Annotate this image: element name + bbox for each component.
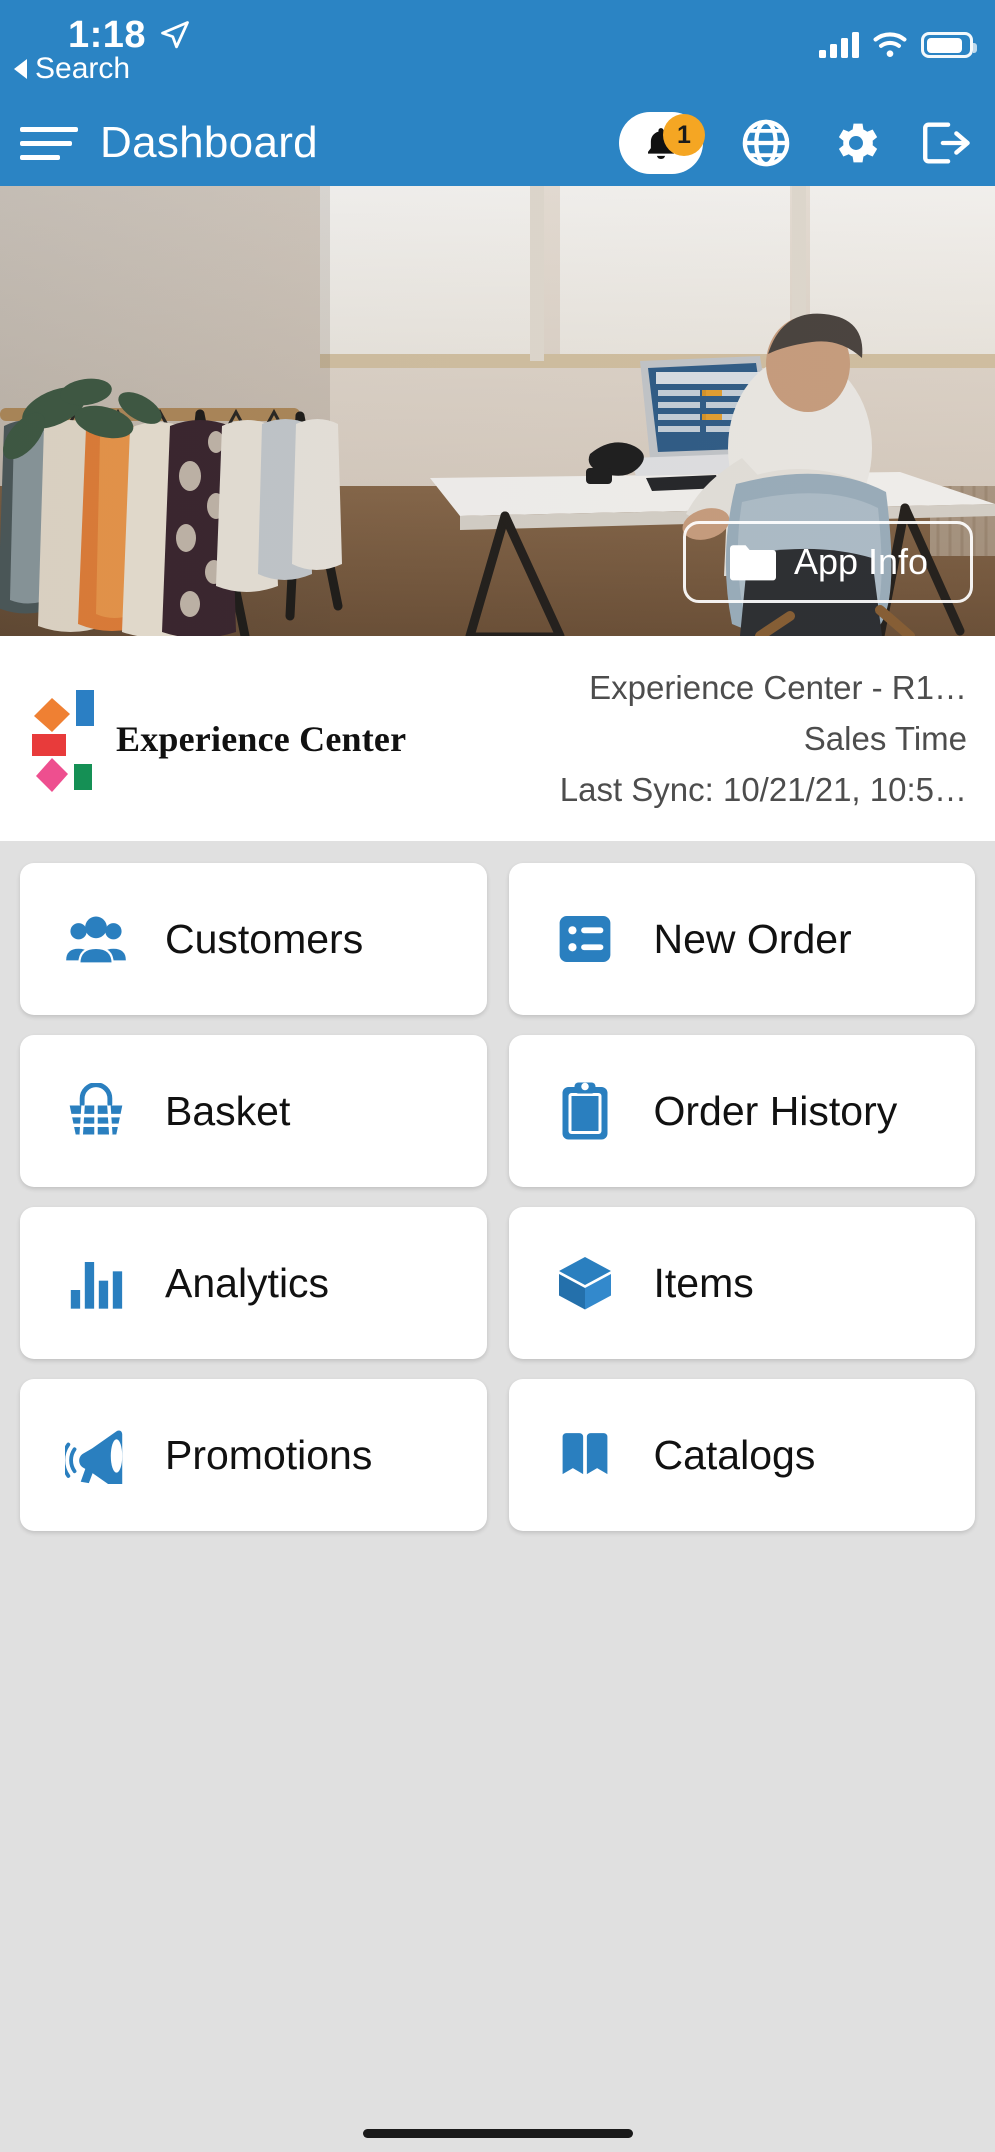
company-info-card: Experience Center Experience Center - R1… — [0, 636, 995, 841]
folder-icon — [729, 545, 776, 581]
status-bar-time: 1:18 — [68, 14, 147, 56]
gear-icon — [838, 123, 878, 163]
tile-catalogs[interactable]: Catalogs — [508, 1379, 975, 1531]
company-last-sync: Last Sync: 10/21/21, 10:5… — [559, 771, 967, 808]
tile-order-history[interactable]: Order History — [508, 1035, 975, 1187]
list-icon — [554, 908, 616, 970]
app-info-button[interactable]: App Info — [683, 521, 973, 603]
company-logo-text: Experience Center — [116, 718, 407, 759]
basket-icon — [65, 1080, 127, 1142]
notifications-pill: 1 — [619, 112, 705, 174]
book-icon — [554, 1424, 616, 1486]
tile-label: Order History — [653, 1087, 898, 1134]
back-to-search-link[interactable]: Search — [14, 52, 130, 86]
tile-label: Promotions — [165, 1431, 373, 1478]
company-mode: Sales Time — [803, 720, 967, 757]
experience-center-logo-mark — [32, 689, 94, 792]
back-link-label: Search — [35, 52, 131, 85]
notifications-button[interactable]: 1 — [619, 112, 705, 174]
tile-label: Customers — [165, 915, 364, 962]
company-title: Experience Center - R1… — [589, 669, 967, 706]
settings-button[interactable] — [829, 116, 883, 170]
tile-label: Basket — [165, 1087, 291, 1134]
hamburger-menu-icon[interactable] — [20, 121, 78, 165]
bar-chart-icon — [65, 1252, 127, 1314]
tile-customers[interactable]: Customers — [20, 863, 487, 1015]
hero-banner: App Info — [0, 186, 995, 636]
tile-new-order[interactable]: New Order — [508, 863, 975, 1015]
company-meta: Experience Center - R1… Sales Time Last … — [560, 671, 967, 806]
cellular-signal-icon — [819, 32, 859, 58]
page-title: Dashboard — [100, 118, 318, 167]
location-arrow-icon — [161, 21, 189, 49]
app-info-label: App Info — [793, 541, 929, 582]
language-globe-button[interactable] — [739, 116, 793, 170]
people-group-icon — [65, 908, 127, 970]
cube-icon — [554, 1252, 616, 1314]
tile-label: New Order — [653, 915, 852, 962]
globe-icon — [742, 119, 790, 167]
tile-label: Items — [653, 1259, 754, 1306]
dashboard-grid-container: Customers New Order Basket Order History… — [0, 841, 995, 2114]
dashboard-grid: Customers New Order Basket Order History… — [20, 863, 975, 1531]
nav-actions: 1 — [619, 112, 973, 174]
home-indicator — [0, 2114, 995, 2152]
status-bar: 1:18 Search — [0, 0, 995, 100]
back-triangle-icon — [14, 59, 27, 79]
tile-promotions[interactable]: Promotions — [20, 1379, 487, 1531]
status-bar-indicators — [819, 32, 977, 58]
wifi-icon — [873, 32, 907, 57]
company-logo: Experience Center — [30, 684, 406, 794]
clipboard-icon — [554, 1080, 616, 1142]
logout-button[interactable] — [919, 116, 973, 170]
app-screen: 1:18 Search Dashboard 1 App Info Experie… — [0, 0, 995, 2152]
logout-icon — [923, 122, 970, 164]
tile-basket[interactable]: Basket — [20, 1035, 487, 1187]
navigation-bar: Dashboard 1 — [0, 100, 995, 186]
tile-label: Catalogs — [653, 1431, 816, 1478]
tile-label: Analytics — [165, 1259, 330, 1306]
tile-analytics[interactable]: Analytics — [20, 1207, 487, 1359]
tile-items[interactable]: Items — [508, 1207, 975, 1359]
battery-icon — [921, 32, 977, 58]
notifications-badge: 1 — [663, 114, 705, 156]
megaphone-icon — [65, 1424, 127, 1486]
